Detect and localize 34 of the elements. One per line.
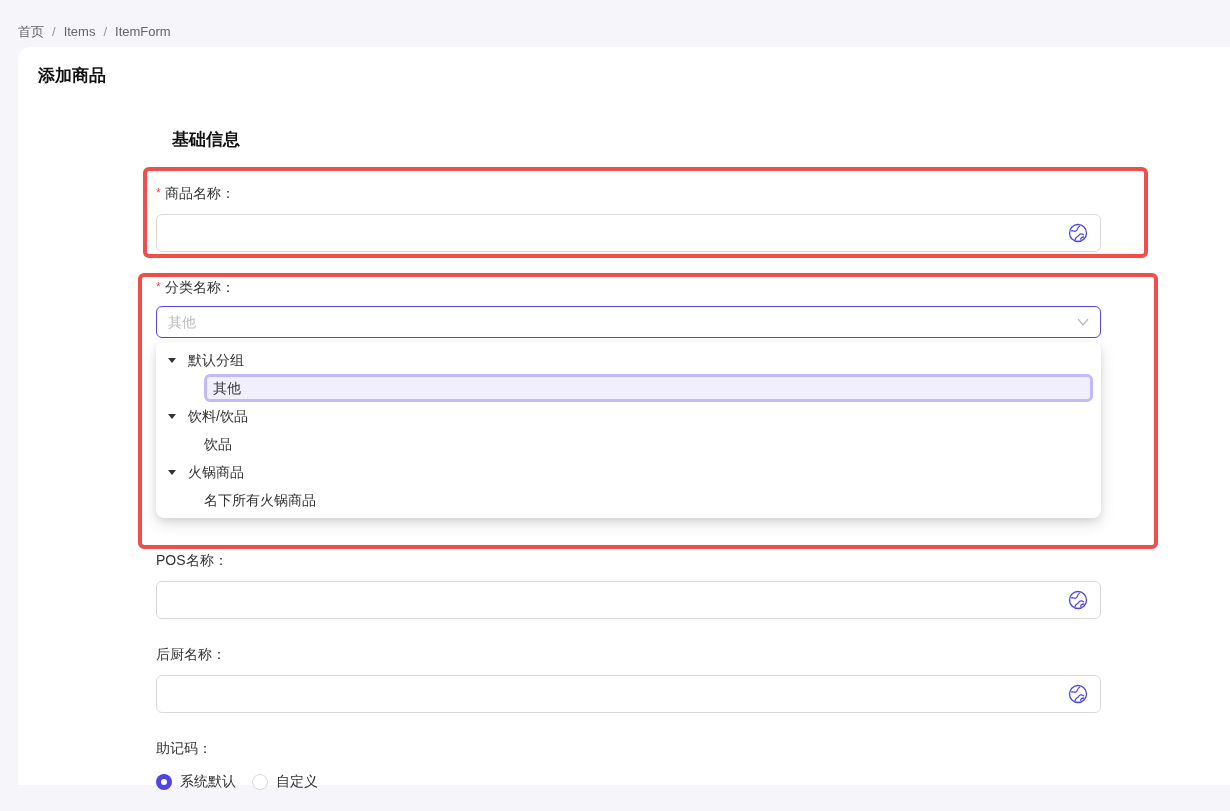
required-mark: * [156,185,161,202]
tree-option[interactable]: 默认分组 [188,346,1097,374]
text-input[interactable] [156,214,1101,252]
field-label: 商品名称： [164,183,235,203]
field-label: 助记码： [156,738,212,758]
section-title: 基础信息 [172,128,241,151]
globe-icon[interactable] [1068,590,1088,610]
radio-button[interactable] [156,773,172,790]
radio-label: 自定义 [276,772,318,791]
caret-icon[interactable] [168,413,176,419]
tree-option[interactable]: 饮料/饮品 [188,402,1097,430]
breadcrumb-separator: / [52,22,56,41]
tree-option[interactable]: 火锅商品 [188,458,1097,486]
page-title: 添加商品 [38,65,107,87]
field-label: 后厨名称： [156,644,226,664]
radio-label: 系统默认 [180,772,236,791]
field-label: 分类名称： [164,277,235,297]
text-input[interactable] [156,581,1101,619]
caret-icon[interactable] [168,357,176,363]
tree-option[interactable]: 名下所有火锅商品 [204,486,1093,514]
caret-icon[interactable] [168,469,176,475]
radio-button[interactable] [252,773,268,790]
breadcrumb-link[interactable]: ItemForm [115,21,171,42]
breadcrumb-separator: / [103,22,108,41]
field-label: POS名称： [156,550,228,570]
required-mark: * [156,279,161,296]
breadcrumb-link[interactable]: 首页 [18,21,44,42]
globe-icon[interactable] [1068,684,1088,704]
select-placeholder: 其他 [168,312,196,332]
tree-option[interactable]: 其他 [204,374,1093,402]
globe-icon[interactable] [1068,223,1088,243]
breadcrumb-link[interactable]: Items [63,21,96,42]
tree-option[interactable]: 饮品 [204,430,1093,458]
text-input[interactable] [156,675,1101,713]
